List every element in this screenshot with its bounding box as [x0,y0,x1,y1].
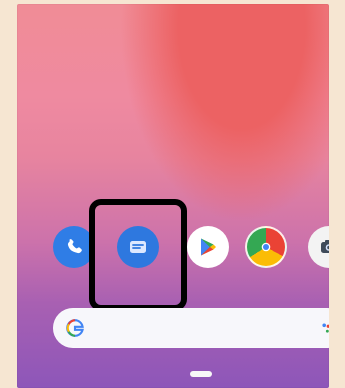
home-handle[interactable] [190,371,212,377]
google-g-icon [66,319,84,337]
assistant-icon[interactable] [317,319,329,337]
phone-app-button[interactable] [53,226,95,268]
message-icon [130,241,146,253]
home-screen: G [17,4,329,388]
camera-icon [321,240,329,253]
google-search-bar[interactable]: G [53,308,329,348]
play-store-app-button[interactable] [187,226,229,268]
play-store-icon [201,238,216,256]
phone-icon [67,239,82,254]
chrome-icon [261,242,271,252]
chrome-app-button[interactable] [245,226,287,268]
messages-app-button[interactable] [117,226,159,268]
app-dock [35,226,329,278]
camera-app-button[interactable] [308,226,329,268]
